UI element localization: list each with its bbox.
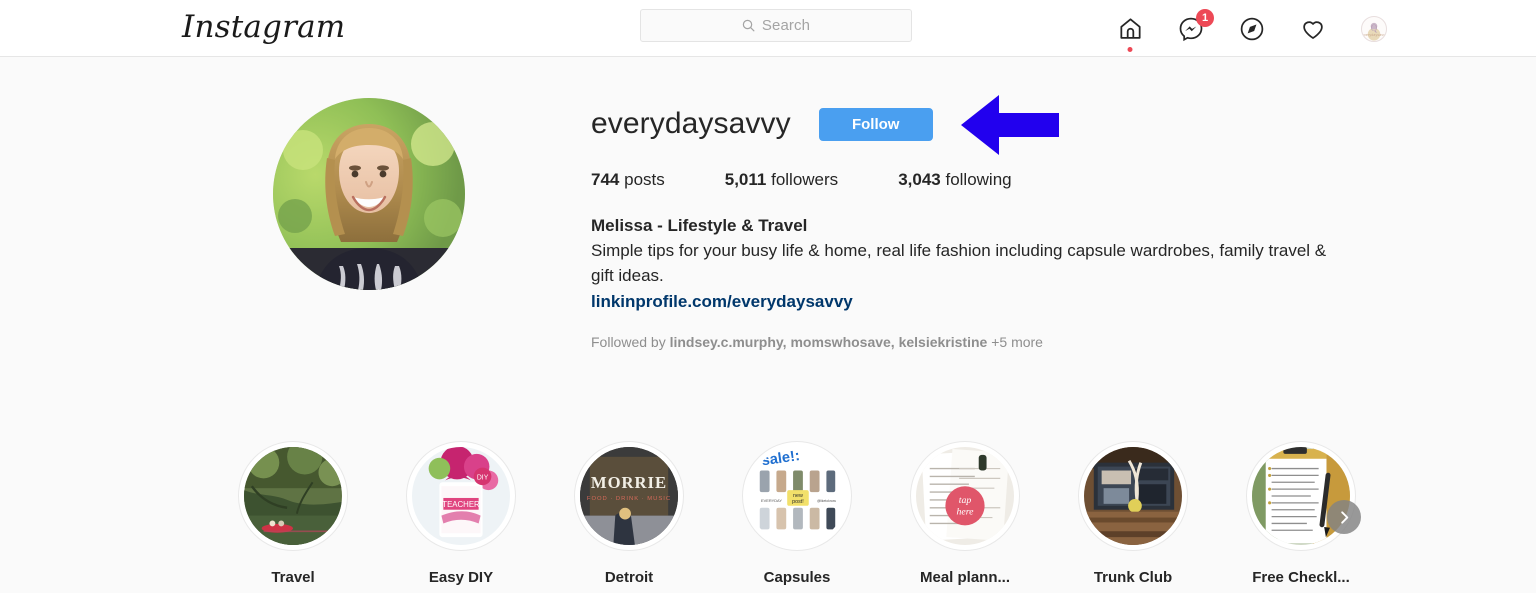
svg-text:@liketoknow: @liketoknow [817,499,837,503]
svg-text:DIY: DIY [477,474,489,481]
stat-following-count: 3,043 [898,170,941,189]
bio-description: Simple tips for your busy life & home, r… [591,240,1327,285]
stat-posts-count: 744 [591,170,620,189]
search-placeholder-text: Search [761,17,811,34]
home-icon[interactable] [1116,15,1144,52]
stat-posts-label: posts [624,170,665,189]
forest-kayak-photo [244,447,342,545]
tap-here-document-photo: tap here [916,447,1014,545]
highlights-next-button[interactable] [1327,500,1361,534]
highlight-ring: sale!: new post! EVERYDAY @liketoknow [742,441,852,551]
highlight-label: Meal plann... [919,569,1010,586]
svg-text:post!: post! [792,499,804,505]
highlight-ring: MORRIE FOOD · DRINK · MUSIC [574,441,684,551]
messenger-icon[interactable]: 1 [1177,8,1214,43]
highlight-detroit[interactable]: MORRIE FOOD · DRINK · MUSIC Detroit [574,441,684,586]
avatar-wordmark: everydaysavvy [1362,32,1387,37]
svg-text:MORRIE: MORRIE [591,473,667,492]
followed-by-more[interactable]: +5 more [991,334,1043,350]
profile-avatar-icon[interactable]: Q everydaysavvy [1360,15,1388,43]
search-icon [742,19,755,32]
highlight-easy-diy[interactable]: DIY TEACHER Easy DIY [406,441,516,586]
highlight-label: Trunk Club [1093,569,1173,586]
story-highlights-row: Travel DIY TEACHER Easy DIY MORRIE FOOD … [238,441,1356,586]
svg-text:TEACHER: TEACHER [442,500,480,509]
stat-following-label: following [945,170,1012,189]
highlight-label: Capsules [763,569,831,586]
follow-button[interactable]: Follow [818,107,933,141]
highlight-ring [1246,441,1356,551]
top-navigation-bar: Instagram Search 1 Q everydaysavvy [0,0,1536,57]
profile-photo[interactable] [273,98,465,290]
morrie-sign-photo: MORRIE FOOD · DRINK · MUSIC [580,447,678,545]
profile-bio: Melissa - Lifestyle & Travel Simple tips… [591,214,1351,315]
highlight-label: Travel [271,569,315,586]
heart-activity-icon[interactable] [1299,15,1327,43]
sale-clothing-grid-photo: sale!: new post! EVERYDAY @liketoknow [748,447,846,545]
highlight-ring [1078,441,1188,551]
highlight-label: Free Checkl... [1252,569,1350,586]
nav-icon-group: 1 Q everydaysavvy [1116,0,1388,57]
bio-display-name: Melissa - Lifestyle & Travel [591,216,808,235]
stat-followers[interactable]: 5,011 followers [725,170,838,190]
highlight-ring: DIY TEACHER [406,441,516,551]
page-title: everydaysavvy [591,107,791,140]
highlight-ring: tap here [910,441,1020,551]
instagram-profile-page: Instagram Search 1 Q everydaysavvy every… [0,0,1536,593]
stat-followers-count: 5,011 [724,170,767,189]
profile-stats: 744 posts 5,011 followers 3,043 followin… [591,170,1371,190]
highlight-label: Detroit [604,569,654,586]
stat-posts[interactable]: 744 posts [591,170,665,190]
home-notification-dot [1127,46,1133,52]
stat-followers-label: followers [771,170,839,189]
instagram-logo[interactable]: Instagram [182,9,345,45]
svg-text:FOOD · DRINK · MUSIC: FOOD · DRINK · MUSIC [587,496,671,502]
svg-text:here: here [956,507,974,518]
profile-photo-image [273,98,465,290]
highlight-trunk-club[interactable]: Trunk Club [1078,441,1188,586]
bio-website-link[interactable]: linkinprofile.com/everydaysavvy [591,290,1351,315]
highlight-travel[interactable]: Travel [238,441,348,586]
messenger-unread-badge: 1 [1196,8,1214,27]
highlight-ring [238,441,348,551]
avatar: Q everydaysavvy [1361,15,1387,42]
stat-following[interactable]: 3,043 following [898,170,1011,190]
chevron-right-icon [1337,510,1352,525]
profile-info: everydaysavvy Follow 744 posts 5,011 fol… [591,100,1371,351]
search-input[interactable]: Search [640,9,912,42]
highlight-capsules[interactable]: sale!: new post! EVERYDAY @liketoknow Ca… [742,441,852,586]
followed-by-users[interactable]: lindsey.c.murphy, momswhosave, kelsiekri… [670,334,988,350]
svg-text:EVERYDAY: EVERYDAY [761,498,782,503]
highlight-label: Easy DIY [428,569,494,586]
followed-by-row: Followed by lindsey.c.murphy, momswhosav… [591,333,1371,351]
username-row: everydaysavvy Follow [591,100,1371,148]
svg-text:tap: tap [959,495,972,506]
compass-explore-icon[interactable] [1238,15,1266,43]
pink-floral-gift-photo: DIY TEACHER [412,447,510,545]
clothing-box-photo [1084,447,1182,545]
highlight-meal-planning[interactable]: tap here Meal plann... [910,441,1020,586]
followed-by-prefix: Followed by [591,333,666,350]
